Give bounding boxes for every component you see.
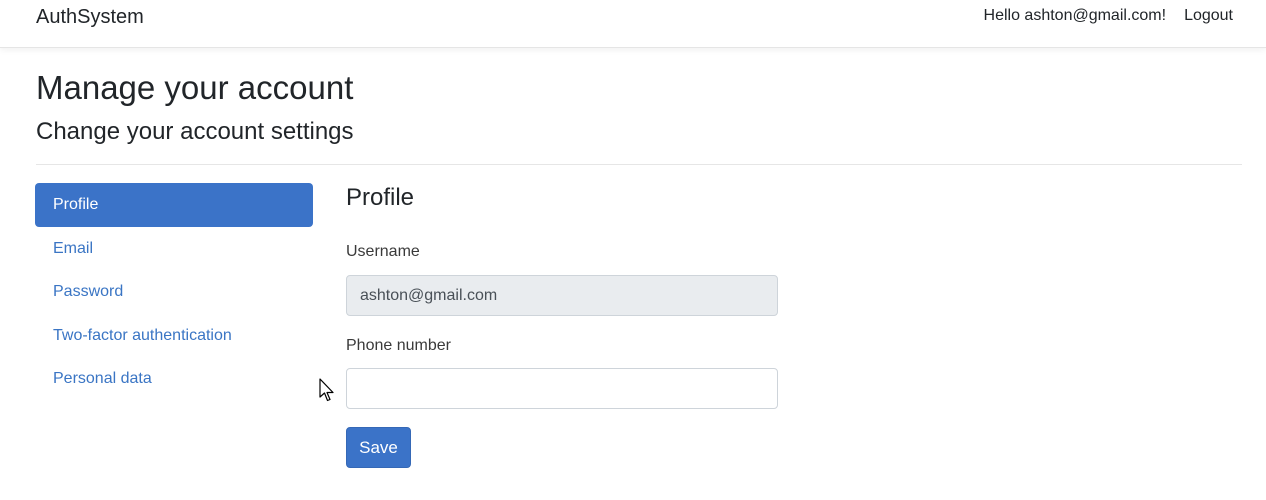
mouse-pointer-icon	[319, 378, 334, 402]
page-title: Manage your account	[36, 69, 354, 106]
section-title: Profile	[346, 184, 415, 211]
logout-link[interactable]: Logout	[1184, 6, 1233, 26]
sidebar-item-personal-data[interactable]: Personal data	[35, 357, 313, 401]
top-navbar: AuthSystem Hello ashton@gmail.com! Logou…	[0, 0, 1266, 48]
header-divider	[36, 164, 1242, 165]
sidebar-item-profile[interactable]: Profile	[35, 183, 313, 227]
account-side-nav: Profile Email Password Two-factor authen…	[35, 183, 313, 401]
sidebar-item-two-factor[interactable]: Two-factor authentication	[35, 314, 313, 358]
username-field[interactable]	[346, 275, 778, 316]
phone-number-field[interactable]	[346, 368, 778, 409]
phone-number-label: Phone number	[346, 337, 451, 354]
brand-link[interactable]: AuthSystem	[36, 6, 144, 28]
sidebar-item-password[interactable]: Password	[35, 270, 313, 314]
save-button[interactable]: Save	[346, 427, 411, 468]
greeting-link[interactable]: Hello ashton@gmail.com!	[984, 6, 1167, 26]
nav-right: Hello ashton@gmail.com! Logout	[984, 6, 1233, 26]
username-label: Username	[346, 243, 420, 260]
sidebar-item-email[interactable]: Email	[35, 227, 313, 271]
page-subtitle: Change your account settings	[36, 118, 354, 145]
